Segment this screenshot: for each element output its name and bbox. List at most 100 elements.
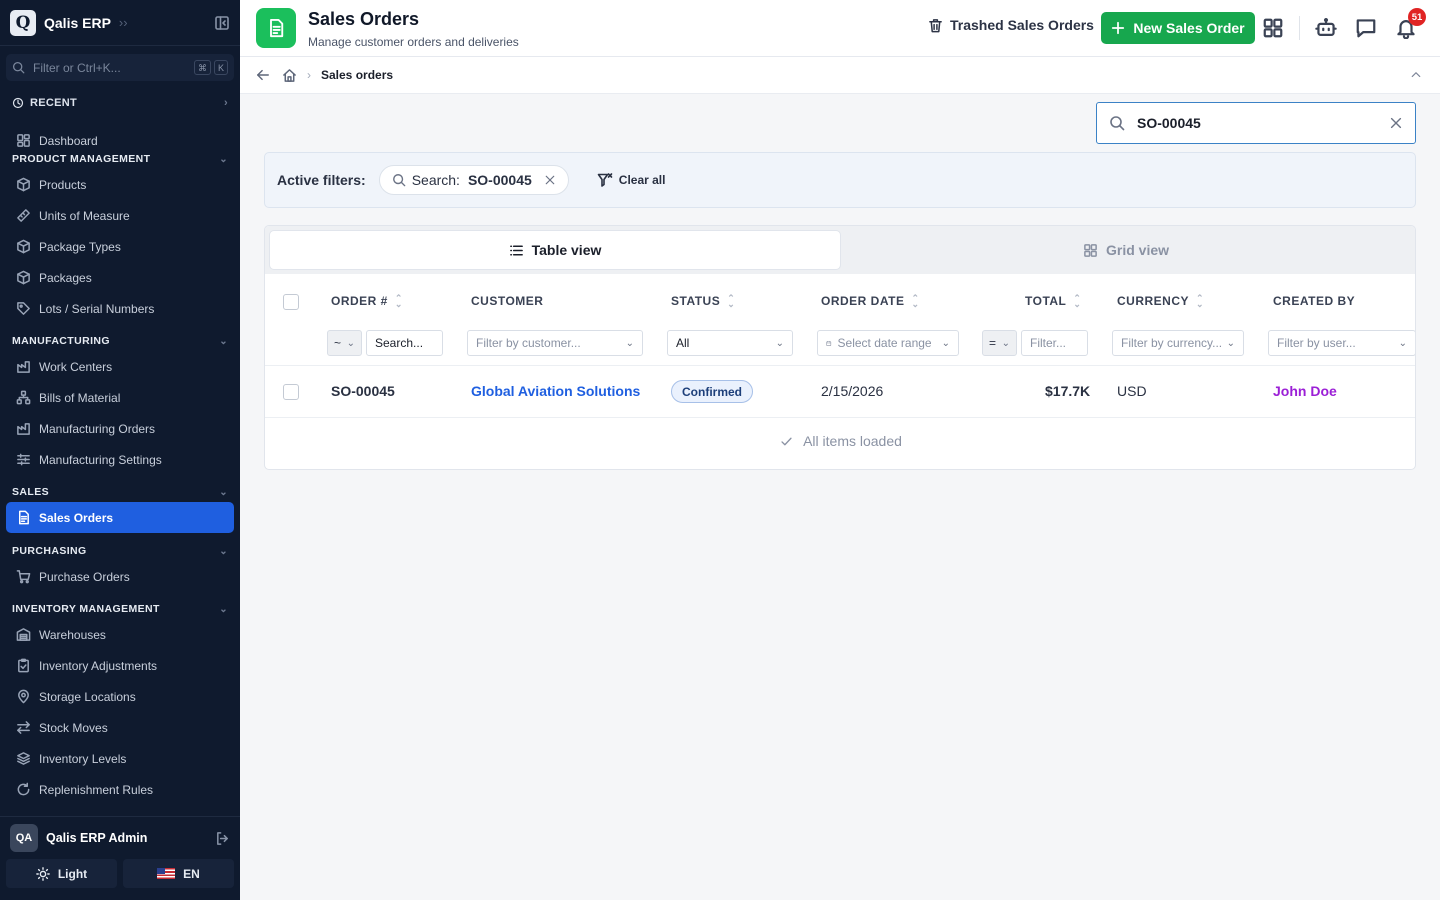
sidebar-item-label: Lots / Serial Numbers: [39, 301, 155, 316]
column-header-order-date[interactable]: ORDER DATE ⌃ ⌄: [821, 294, 920, 309]
search-input[interactable]: SO-00045: [1096, 102, 1416, 144]
order-filter-input[interactable]: Search...: [366, 330, 443, 356]
customer-link[interactable]: Global Aviation Solutions: [471, 383, 640, 399]
row-checkbox[interactable]: [283, 384, 299, 400]
package-icon: [17, 270, 30, 285]
sidebar-item-inventory-levels[interactable]: Inventory Levels: [0, 743, 240, 774]
sidebar-item-label: Storage Locations: [39, 689, 136, 704]
section-sales[interactable]: SALES ⌄: [0, 482, 240, 502]
filter-placeholder: Filter by user...: [1277, 336, 1356, 350]
chevron-up-icon[interactable]: [1410, 69, 1422, 81]
sidebar-item-packages[interactable]: Packages: [0, 262, 240, 293]
user-menu[interactable]: QA Qalis ERP Admin: [0, 817, 240, 859]
chip-value: SO-00045: [467, 172, 532, 188]
user-filter-select[interactable]: Filter by user... ⌄: [1268, 330, 1415, 356]
sidebar-item-inventory-adjustments[interactable]: Inventory Adjustments: [0, 650, 240, 681]
sidebar-item-lots-serial-numbers[interactable]: Lots / Serial Numbers: [0, 293, 240, 324]
arrows-left-right-icon: [17, 721, 30, 734]
sidebar-item-replenishment-rules[interactable]: Replenishment Rules: [0, 774, 240, 805]
user-name: Qalis ERP Admin: [46, 831, 148, 845]
sidebar-item-sales-orders[interactable]: Sales Orders: [6, 502, 234, 533]
section-manufacturing[interactable]: MANUFACTURING ⌄: [0, 331, 240, 351]
chevrons-right-icon[interactable]: ››: [119, 15, 128, 30]
sidebar-item-warehouses[interactable]: Warehouses: [0, 619, 240, 650]
total-filter-input[interactable]: Filter...: [1021, 330, 1088, 356]
section-product-management[interactable]: PRODUCT MANAGEMENT ⌄: [0, 149, 240, 169]
trashed-label: Trashed Sales Orders: [950, 17, 1094, 33]
section-label: INVENTORY MANAGEMENT: [12, 603, 160, 615]
chevron-down-icon: ⌄: [219, 335, 228, 347]
clear-all-filters-button[interactable]: Clear all: [597, 172, 665, 188]
section-purchasing[interactable]: PURCHASING ⌄: [0, 541, 240, 561]
language-label: EN: [183, 866, 200, 881]
sidebar-item-storage-locations[interactable]: Storage Locations: [0, 681, 240, 712]
chevron-down-icon: ⌄: [1398, 337, 1407, 349]
remove-filter-icon[interactable]: [544, 174, 556, 186]
language-button[interactable]: EN: [123, 859, 234, 888]
status-filter-select[interactable]: All ⌄: [667, 330, 793, 356]
clipboard-check-icon: [18, 658, 29, 673]
column-header-created-by[interactable]: CREATED BY: [1273, 294, 1355, 308]
column-header-order[interactable]: ORDER # ⌃ ⌄: [331, 294, 403, 309]
sidebar-item-work-centers[interactable]: Work Centers: [0, 351, 240, 382]
section-inventory-management[interactable]: INVENTORY MANAGEMENT ⌄: [0, 599, 240, 619]
home-icon[interactable]: [282, 68, 297, 83]
sidebar-filter-input[interactable]: Filter or Ctrl+K... ⌘ K: [6, 54, 234, 81]
grid-view-tab[interactable]: Grid view: [841, 230, 1411, 270]
currency-filter-select[interactable]: Filter by currency... ⌄: [1112, 330, 1244, 356]
trashed-sales-orders-button[interactable]: Trashed Sales Orders: [928, 17, 1094, 33]
sidebar-collapse-icon[interactable]: [214, 15, 230, 31]
new-sales-order-button[interactable]: New Sales Order: [1101, 12, 1255, 44]
column-header-customer[interactable]: CUSTOMER: [471, 294, 543, 308]
select-all-checkbox[interactable]: [283, 294, 299, 310]
search-filter-chip[interactable]: Search: SO-00045: [378, 165, 569, 195]
sidebar-item-units-of-measure[interactable]: Units of Measure: [0, 200, 240, 231]
sidebar-item-label: Manufacturing Settings: [39, 452, 162, 467]
recent-toggle[interactable]: RECENT ›: [0, 92, 240, 114]
sidebar-item-label: Purchase Orders: [39, 569, 130, 584]
search-value: SO-00045: [1137, 115, 1201, 131]
sidebar-item-label: Warehouses: [39, 627, 106, 642]
order-operator-select[interactable]: ~ ⌄: [327, 330, 362, 356]
grid-icon: [1084, 243, 1097, 257]
clear-search-icon[interactable]: [1389, 116, 1403, 130]
theme-toggle-button[interactable]: Light: [6, 859, 117, 888]
sidebar-item-bills-of-material[interactable]: Bills of Material: [0, 382, 240, 413]
sidebar-item-products[interactable]: Products: [0, 169, 240, 200]
app-name[interactable]: Qalis ERP: [44, 15, 111, 31]
operator-value: ~: [334, 336, 342, 350]
filter-x-icon: [597, 173, 613, 187]
apps-grid-icon[interactable]: [1262, 17, 1284, 39]
file-text-icon: [19, 510, 29, 525]
avatar: QA: [10, 824, 38, 852]
table-row[interactable]: SO-00045 Global Aviation Solutions Confi…: [265, 366, 1415, 418]
sidebar: Q Qalis ERP ›› Filter or Ctrl+K... ⌘ K R…: [0, 0, 240, 900]
sun-icon: [36, 866, 50, 881]
column-header-status[interactable]: STATUS ⌃ ⌄: [671, 294, 735, 309]
app-logo[interactable]: Q: [10, 9, 36, 36]
check-icon: [781, 437, 792, 445]
sidebar-item-stock-moves[interactable]: Stock Moves: [0, 712, 240, 743]
back-arrow-icon[interactable]: [256, 68, 270, 82]
total-operator-select[interactable]: = ⌄: [982, 330, 1017, 356]
sidebar-item-manufacturing-settings[interactable]: Manufacturing Settings: [0, 444, 240, 475]
created-by-link[interactable]: John Doe: [1273, 383, 1337, 399]
order-number[interactable]: SO-00045: [331, 383, 395, 399]
logout-icon[interactable]: [215, 831, 230, 846]
chevron-right-icon: ›: [224, 97, 228, 109]
tag-icon: [17, 302, 30, 315]
table-view-tab[interactable]: Table view: [269, 230, 841, 270]
sidebar-item-label: Dashboard: [39, 133, 98, 148]
bot-icon[interactable]: [1315, 17, 1337, 39]
customer-filter-select[interactable]: Filter by customer... ⌄: [467, 330, 643, 356]
message-icon[interactable]: [1355, 17, 1377, 39]
column-header-currency[interactable]: CURRENCY ⌃ ⌄: [1117, 294, 1204, 309]
sidebar-item-manufacturing-orders[interactable]: Manufacturing Orders: [0, 413, 240, 444]
sidebar-item-package-types[interactable]: Package Types: [0, 231, 240, 262]
date-range-picker[interactable]: Select date range ⌄: [817, 330, 959, 356]
breadcrumb: › Sales orders: [240, 57, 1440, 94]
column-header-total[interactable]: TOTAL ⌃ ⌄: [1025, 294, 1081, 309]
column-label: CUSTOMER: [471, 294, 544, 308]
sidebar-item-purchase-orders[interactable]: Purchase Orders: [0, 561, 240, 592]
order-total: $17.7K: [1045, 383, 1091, 399]
